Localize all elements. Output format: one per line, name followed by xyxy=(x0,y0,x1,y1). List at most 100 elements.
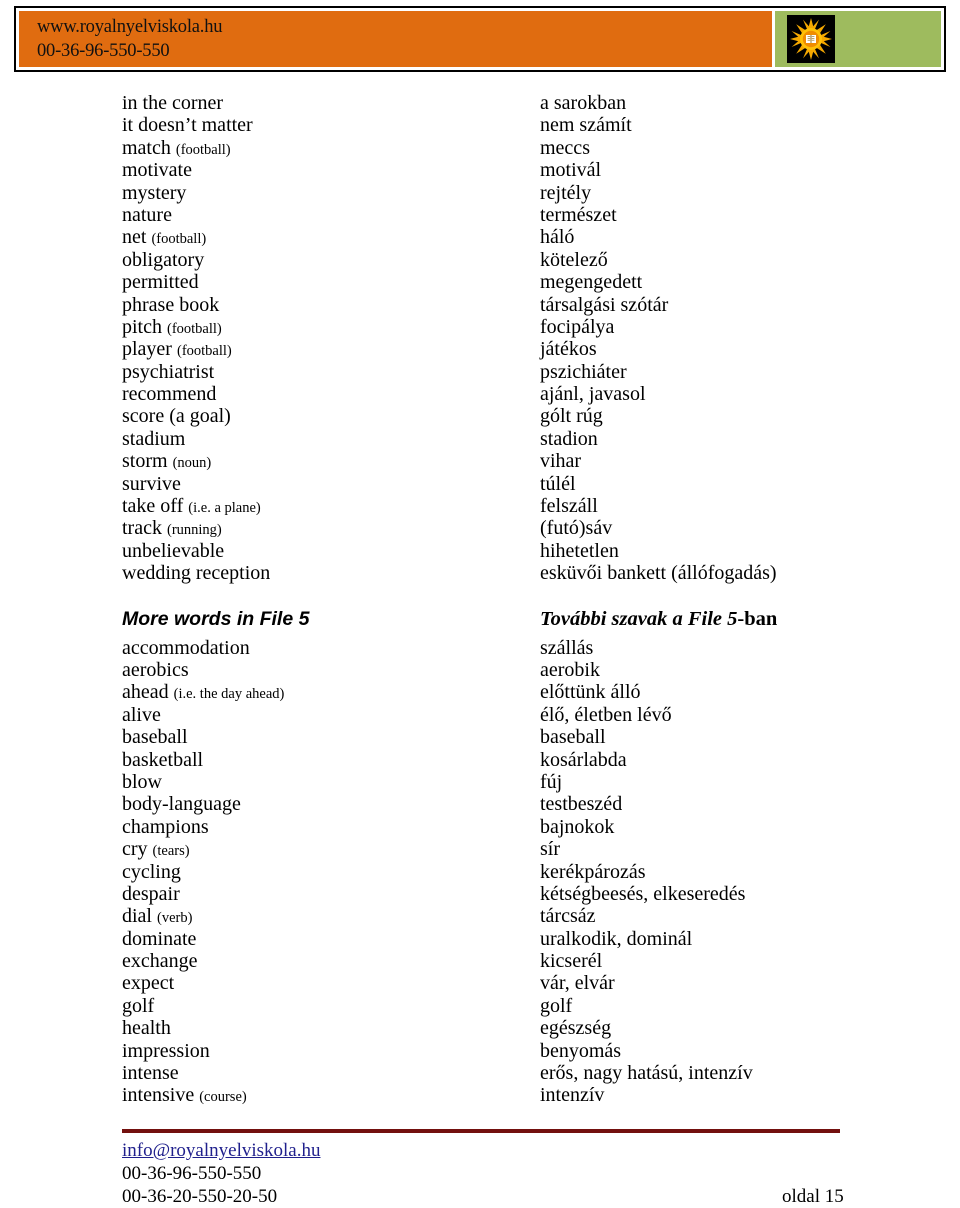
word-english-note: (course) xyxy=(199,1089,247,1106)
word-english: cycling xyxy=(122,860,181,883)
word-hungarian: golf xyxy=(540,994,573,1017)
word-hungarian: kötelező xyxy=(540,248,608,271)
word-hungarian: stadion xyxy=(540,427,598,450)
word-hungarian: rejtély xyxy=(540,181,592,204)
word-row: body-language testbeszéd xyxy=(0,793,960,815)
word-hungarian: társalgási szótár xyxy=(540,293,669,316)
word-hungarian: erős, nagy hatású, intenzív xyxy=(540,1062,753,1085)
word-english: phrase book xyxy=(122,293,220,316)
word-english: recommend xyxy=(122,383,217,406)
word-hungarian: aerobik xyxy=(540,658,600,681)
vocabulary-list-section-2: accommodation szállás aerobics aerobik ahead… xyxy=(0,637,960,1107)
word-row: stadium stadion xyxy=(0,428,960,450)
word-row: in the corner a sarokban xyxy=(0,92,960,114)
word-english: nature xyxy=(122,203,172,226)
word-english: baseball xyxy=(122,726,188,749)
section-2-heading-hu: További szavak a File 5-ban xyxy=(540,607,777,631)
word-english: intense xyxy=(122,1062,179,1085)
word-english: ahead (i.e. the day ahead) xyxy=(122,681,285,704)
word-row: permitted megengedett xyxy=(0,271,960,293)
word-hungarian: a sarokban xyxy=(540,92,627,114)
word-row: despair kétségbeesés, elkeseredés xyxy=(0,883,960,905)
word-english: golf xyxy=(122,994,155,1017)
word-row: impression benyomás xyxy=(0,1040,960,1062)
header-website[interactable]: www.royalnyelviskola.hu xyxy=(37,15,772,39)
word-english: despair xyxy=(122,882,180,905)
word-row: match (football) meccs xyxy=(0,137,960,159)
word-row: psychiatrist pszichiáter xyxy=(0,361,960,383)
word-english-note: (football) xyxy=(151,231,207,248)
header-contact-block: www.royalnyelviskola.hu 00-36-96-550-550 xyxy=(19,11,772,67)
word-row: health egészség xyxy=(0,1017,960,1039)
header-logo-panel xyxy=(775,11,941,67)
word-row: it doesn’t matter nem számít xyxy=(0,114,960,136)
word-english: blow xyxy=(122,770,162,793)
word-hungarian: fúj xyxy=(540,770,563,793)
word-row: champions bajnokok xyxy=(0,816,960,838)
word-row: score (a goal) gólt rúg xyxy=(0,405,960,427)
word-row: obligatory kötelező xyxy=(0,249,960,271)
word-hungarian: (futó)sáv xyxy=(540,517,613,540)
section-2-heading: More words in File 5 További szavak a Fi… xyxy=(0,607,960,635)
word-english: take off (i.e. a plane) xyxy=(122,495,261,518)
word-hungarian: focipálya xyxy=(540,315,615,338)
section-2-heading-en: More words in File 5 xyxy=(122,607,310,630)
word-row: take off (i.e. a plane) felszáll xyxy=(0,495,960,517)
word-english: body-language xyxy=(122,793,241,816)
word-english: track (running) xyxy=(122,517,222,540)
word-row: survive túlél xyxy=(0,473,960,495)
word-english-note: (verb) xyxy=(157,910,193,927)
word-hungarian: meccs xyxy=(540,136,590,159)
word-hungarian: benyomás xyxy=(540,1039,622,1062)
word-row: mystery rejtély xyxy=(0,182,960,204)
word-english-note: (i.e. a plane) xyxy=(188,500,261,517)
word-hungarian: kerékpározás xyxy=(540,860,646,883)
word-row: pitch (football) focipálya xyxy=(0,316,960,338)
vocabulary-list-section-1: in the corner a sarokban it doesn’t matter… xyxy=(0,92,960,585)
word-row: unbelievable hihetetlen xyxy=(0,540,960,562)
word-english: expect xyxy=(122,972,175,995)
word-english: player (football) xyxy=(122,338,232,361)
word-english: psychiatrist xyxy=(122,360,215,383)
word-hungarian: megengedett xyxy=(540,271,643,294)
word-row: ahead (i.e. the day ahead) előttünk álló xyxy=(0,681,960,703)
word-hungarian: egészség xyxy=(540,1017,612,1040)
word-english: alive xyxy=(122,703,161,726)
word-hungarian: szállás xyxy=(540,636,594,659)
word-english: match (football) xyxy=(122,136,231,159)
word-hungarian: uralkodik, dominál xyxy=(540,927,693,950)
word-row: storm (noun) vihar xyxy=(0,450,960,472)
word-english: aerobics xyxy=(122,658,189,681)
word-english: survive xyxy=(122,472,181,495)
word-hungarian: tárcsáz xyxy=(540,905,596,928)
word-english: cry (tears) xyxy=(122,838,190,861)
word-english-note: (tears) xyxy=(152,843,190,860)
word-hungarian: testbeszéd xyxy=(540,793,623,816)
word-english: basketball xyxy=(122,748,204,771)
footer-email-link[interactable]: info@royalnyelviskola.hu xyxy=(122,1139,321,1162)
word-row: intense erős, nagy hatású, intenzív xyxy=(0,1062,960,1084)
word-hungarian: gólt rúg xyxy=(540,405,603,428)
header-phone: 00-36-96-550-550 xyxy=(37,41,170,61)
word-hungarian: esküvői bankett (állófogadás) xyxy=(540,562,777,585)
word-hungarian: vár, elvár xyxy=(540,972,615,995)
word-row: baseball baseball xyxy=(0,726,960,748)
word-hungarian: játékos xyxy=(540,338,597,361)
word-hungarian: kosárlabda xyxy=(540,748,627,771)
word-row: motivate motivál xyxy=(0,159,960,181)
word-row: accommodation szállás xyxy=(0,637,960,659)
word-english-note: (i.e. the day ahead) xyxy=(173,686,285,703)
word-hungarian: felszáll xyxy=(540,495,598,518)
word-row: golf golf xyxy=(0,995,960,1017)
word-row: player (football) játékos xyxy=(0,338,960,360)
word-english: dial (verb) xyxy=(122,905,193,928)
word-row: recommend ajánl, javasol xyxy=(0,383,960,405)
word-row: dial (verb) tárcsáz xyxy=(0,905,960,927)
word-hungarian: bajnokok xyxy=(540,815,615,838)
word-row: phrase book társalgási szótár xyxy=(0,294,960,316)
word-english-note: (football) xyxy=(176,343,232,360)
page-header: www.royalnyelviskola.hu 00-36-96-550-550 xyxy=(14,6,946,72)
footer-divider xyxy=(122,1129,840,1133)
word-english: stadium xyxy=(122,427,186,450)
word-english: champions xyxy=(122,815,209,838)
